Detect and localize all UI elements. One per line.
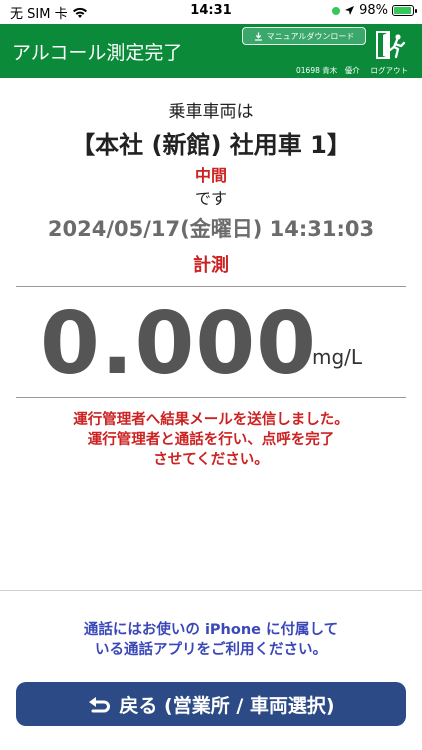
app-header: アルコール測定完了 マニュアルダウンロード 01698 青木 優介 ログアウト [0, 24, 422, 78]
divider-top [16, 286, 406, 287]
logout-label[interactable]: ログアウト [371, 66, 409, 75]
status-text: 中間 [194, 166, 227, 185]
vehicle-name: 【本社 (新館) 社用車 1】 [71, 131, 351, 159]
return-arrow-icon [89, 697, 111, 713]
battery-fill [394, 7, 412, 14]
recording-dot-icon [332, 6, 341, 15]
measure-label: 計測 [193, 255, 229, 276]
alcohol-reading: 0.000 [40, 294, 318, 394]
manual-download-label: マニュアルダウンロード [266, 31, 355, 41]
battery-percent: 98% [359, 3, 388, 18]
measurement-datetime: 2024/05/17(金曜日) 14:31:03 [47, 217, 375, 241]
manual-download-button[interactable]: マニュアルダウンロード [242, 27, 366, 45]
divider-middle [16, 397, 406, 398]
notice-line-3: させてください。 [153, 452, 269, 468]
phone-note-line-1: 通話にはお使いの iPhone に付属して [83, 622, 339, 638]
back-button[interactable]: 戻る (営業所 / 車両選択) [16, 682, 406, 726]
header-user-info: 01698 青木 優介 ログアウト [296, 65, 408, 76]
logout-icon[interactable] [374, 30, 408, 60]
notice-line-2: 運行管理者と通話を行い、点呼を完了 [87, 432, 335, 448]
notice-line-1: 運行管理者へ結果メールを送信しました。 [73, 412, 349, 428]
divider-bottom [0, 590, 422, 591]
status-indicators: 98% [332, 3, 417, 18]
phone-note-line-2: いる通話アプリをご利用ください。 [95, 642, 327, 658]
location-arrow-icon [345, 6, 355, 15]
user-name: 01698 青木 優介 [296, 66, 360, 75]
page-title: アルコール測定完了 [12, 42, 183, 64]
download-icon [254, 32, 262, 41]
battery-icon [392, 5, 417, 16]
notice-message: 運行管理者へ結果メールを送信しました。 運行管理者と通話を行い、点呼を完了 させ… [0, 410, 422, 470]
status-bar: 无 SIM 卡 14:31 98% [0, 0, 422, 24]
vehicle-label: 乗車車両は [168, 102, 254, 122]
desu-text: です [194, 189, 227, 208]
reading-unit: mg/L [312, 345, 363, 369]
back-button-label: 戻る (営業所 / 車両選択) [119, 694, 335, 717]
phone-note: 通話にはお使いの iPhone に付属して いる通話アプリをご利用ください。 [0, 620, 422, 660]
